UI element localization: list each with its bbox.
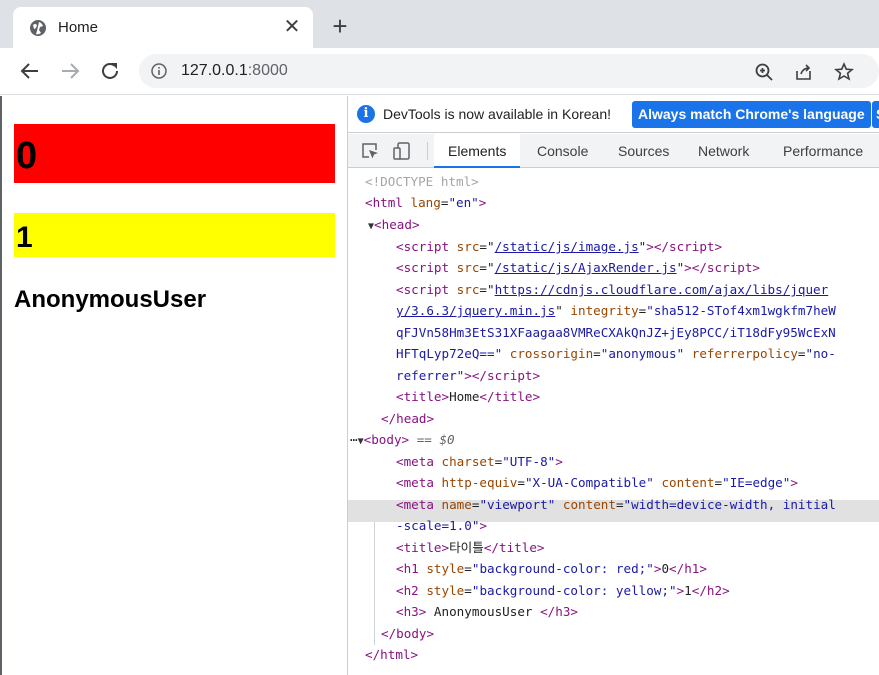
forward-arrow-icon[interactable] bbox=[58, 59, 82, 83]
dom-line: <!DOCTYPE html> bbox=[365, 174, 479, 189]
share-icon[interactable] bbox=[794, 62, 814, 82]
address-bar[interactable]: 127.0.0.1:8000 bbox=[139, 54, 879, 88]
new-tab-button[interactable]: + bbox=[327, 13, 353, 39]
browser-tab[interactable]: Home ✕ bbox=[13, 7, 313, 48]
device-toolbar-icon[interactable] bbox=[392, 141, 412, 161]
dom-line[interactable]: <html lang="en"> bbox=[365, 192, 486, 213]
browser-toolbar: 127.0.0.1:8000 bbox=[0, 48, 879, 95]
dom-line[interactable]: y/3.6.3/jquery.min.js" integrity="sha512… bbox=[396, 300, 836, 321]
url-host: 127.0.0.1 bbox=[181, 62, 248, 79]
dom-line[interactable]: <script src="https://cdnjs.cloudflare.co… bbox=[396, 279, 828, 300]
tab-console[interactable]: Console bbox=[523, 134, 602, 168]
dom-line[interactable]: <script src="/static/js/image.js"></scri… bbox=[396, 236, 722, 257]
tab-strip: Home ✕ + bbox=[0, 0, 879, 48]
dom-line: referrer"></script> bbox=[396, 368, 541, 383]
dom-line: HFTqLyp72eQ==" crossorigin="anonymous" r… bbox=[396, 346, 836, 361]
dom-line: -scale=1.0"> bbox=[396, 518, 487, 533]
dom-line-body-selected[interactable]: ⋯▼<body> == $0 bbox=[350, 429, 455, 450]
indent-guide bbox=[374, 522, 375, 645]
dom-line[interactable]: </body> bbox=[381, 623, 434, 644]
toolbar-separator bbox=[427, 142, 428, 160]
dom-line[interactable]: </head> bbox=[381, 408, 434, 429]
back-arrow-icon[interactable] bbox=[18, 59, 42, 83]
devtools-panel: i DevTools is now available in Korean! A… bbox=[347, 96, 879, 675]
elements-dom-tree: <!DOCTYPE html> <html lang="en"> ▼<head>… bbox=[348, 170, 879, 675]
tab-sources[interactable]: Sources bbox=[604, 134, 683, 168]
tab-network[interactable]: Network bbox=[684, 134, 763, 168]
dom-line[interactable]: <meta http-equiv="X-UA-Compatible" conte… bbox=[396, 472, 798, 493]
site-info-icon[interactable] bbox=[151, 63, 167, 79]
url-port: :8000 bbox=[247, 62, 288, 79]
heading-h2-yellow: 1 bbox=[14, 213, 335, 257]
dom-line[interactable]: <script src="/static/js/AjaxRender.js"><… bbox=[396, 257, 760, 278]
match-language-button[interactable]: Always match Chrome's language bbox=[632, 101, 871, 128]
infobar-text: DevTools is now available in Korean! bbox=[383, 106, 612, 122]
dom-line[interactable]: <title>Home</title> bbox=[396, 386, 540, 407]
url-text[interactable]: 127.0.0.1:8000 bbox=[181, 62, 288, 80]
dom-line: qFJVn58Hm3EtS31XFaagaa8VMReCXAkQnJZ+jEy8… bbox=[396, 325, 836, 340]
dom-line[interactable]: <h3> AnonymousUser </h3> bbox=[396, 601, 578, 622]
dom-line[interactable]: <title>타이틀</title> bbox=[396, 537, 545, 558]
bookmark-star-icon[interactable] bbox=[834, 62, 854, 82]
page-viewport: 0 1 AnonymousUser bbox=[0, 96, 347, 675]
switch-language-button[interactable]: S bbox=[872, 101, 879, 128]
tab-elements[interactable]: Elements bbox=[434, 134, 521, 168]
devtools-tabbar: Elements Console Sources Network Perform… bbox=[348, 134, 879, 168]
dom-line[interactable]: ▼<head> bbox=[368, 214, 420, 235]
devtools-infobar: i DevTools is now available in Korean! A… bbox=[348, 96, 879, 133]
tab-title: Home bbox=[58, 19, 99, 36]
dom-line[interactable]: <meta name="viewport" content="width=dev… bbox=[396, 494, 836, 515]
dom-line[interactable]: </html> bbox=[365, 644, 418, 665]
dom-line[interactable]: <h1 style="background-color: red;">0</h1… bbox=[396, 558, 707, 579]
globe-icon bbox=[30, 20, 46, 36]
zoom-icon[interactable] bbox=[754, 62, 774, 82]
dom-line[interactable]: <h2 style="background-color: yellow;">1<… bbox=[396, 580, 730, 601]
heading-h3-user: AnonymousUser bbox=[14, 286, 207, 313]
info-icon: i bbox=[357, 105, 375, 123]
reload-icon[interactable] bbox=[98, 59, 122, 83]
inspect-element-icon[interactable] bbox=[360, 141, 380, 161]
heading-h1-red: 0 bbox=[14, 124, 335, 183]
dom-line[interactable]: <meta charset="UTF-8"> bbox=[396, 451, 563, 472]
tab-performance[interactable]: Performance bbox=[769, 134, 877, 168]
close-tab-icon[interactable]: ✕ bbox=[281, 16, 303, 38]
